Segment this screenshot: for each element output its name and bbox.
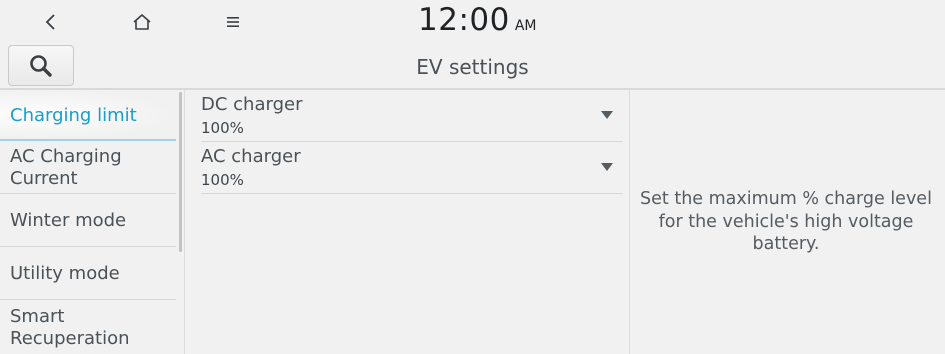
- sidebar-item-winter-mode[interactable]: Winter mode: [0, 195, 176, 247]
- home-icon: [133, 14, 151, 30]
- setting-row-ac-charger[interactable]: AC charger 100%: [201, 142, 623, 194]
- back-arrow-icon: [45, 14, 55, 30]
- setting-value: 100%: [201, 119, 244, 137]
- sidebar-item-utility-mode[interactable]: Utility mode: [0, 248, 176, 300]
- sidebar-item-label: Winter mode: [10, 209, 127, 231]
- setting-value: 100%: [201, 171, 244, 189]
- sidebar-scrollbar[interactable]: [179, 92, 182, 252]
- sidebar-item-label: Smart Recuperation: [10, 305, 130, 349]
- sidebar-item-label: Charging limit: [10, 104, 137, 126]
- home-button[interactable]: [124, 6, 160, 38]
- help-text: Set the maximum % charge level for the v…: [640, 189, 932, 254]
- setting-row-dc-charger[interactable]: DC charger 100%: [201, 90, 623, 142]
- dropdown-arrow-icon[interactable]: [601, 111, 613, 119]
- page-title: EV settings: [416, 55, 529, 79]
- setting-name: DC charger: [201, 94, 303, 115]
- sidebar: Charging limit AC Charging Current Winte…: [0, 90, 185, 354]
- top-bar: 12:00 AM: [0, 0, 945, 44]
- clock-time: 12:00: [418, 2, 510, 38]
- sidebar-item-charging-limit[interactable]: Charging limit: [0, 90, 176, 141]
- menu-button[interactable]: [215, 6, 251, 38]
- menu-icon: [227, 17, 239, 27]
- sidebar-item-label: Utility mode: [10, 262, 120, 284]
- dropdown-arrow-icon[interactable]: [601, 163, 613, 171]
- sidebar-item-ac-charging-current[interactable]: AC Charging Current: [0, 143, 176, 194]
- settings-list: DC charger 100% AC charger 100%: [186, 90, 630, 354]
- sidebar-item-label: AC Charging Current: [10, 146, 122, 189]
- back-button[interactable]: [33, 6, 69, 38]
- setting-name: AC charger: [201, 146, 301, 167]
- clock-ampm: AM: [514, 18, 537, 34]
- sidebar-item-smart-recuperation[interactable]: Smart Recuperation: [0, 301, 176, 354]
- clock: 12:00 AM: [418, 2, 537, 42]
